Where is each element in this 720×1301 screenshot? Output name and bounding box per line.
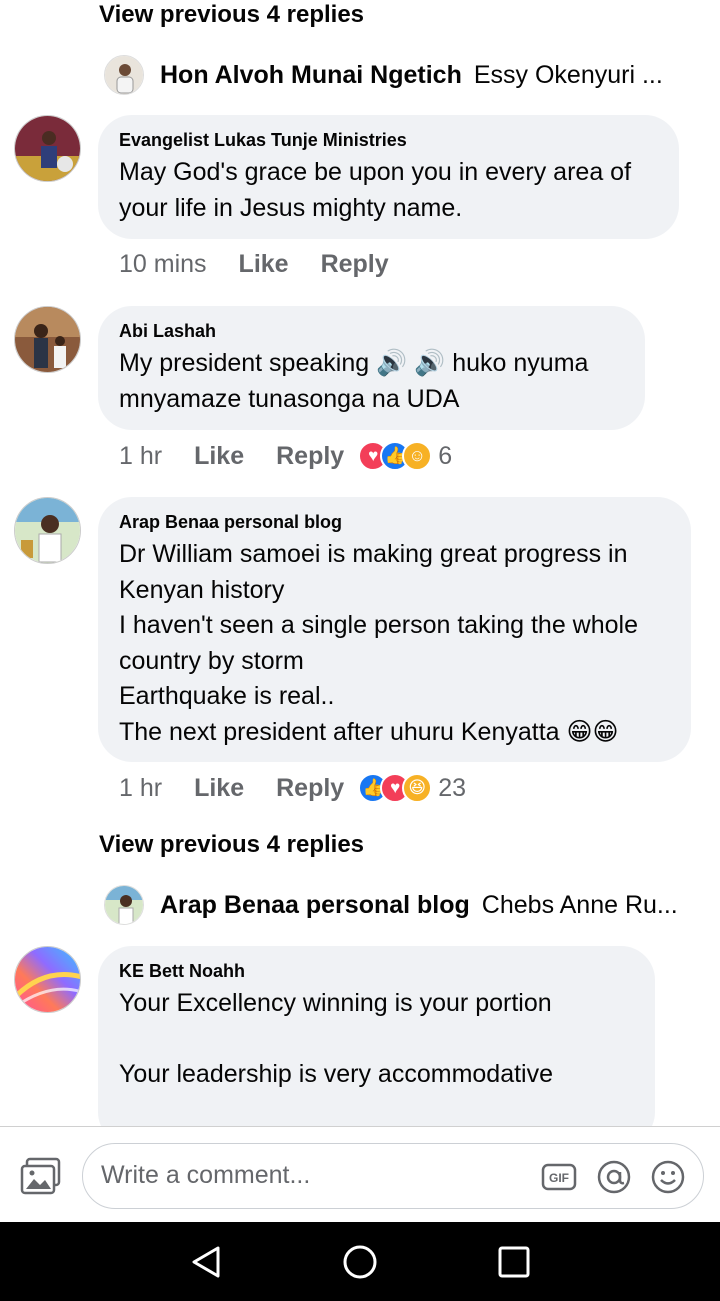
mention-icon[interactable] bbox=[596, 1159, 632, 1195]
comment-text: Your Excellency winning is your portion … bbox=[119, 989, 554, 1088]
comment-author[interactable]: Abi Lashah bbox=[119, 320, 625, 342]
reaction-count[interactable]: 23 bbox=[438, 774, 466, 803]
like-button[interactable]: Like bbox=[194, 774, 244, 803]
photo-icon[interactable] bbox=[20, 1157, 62, 1195]
haha-reaction-icon: 😆 bbox=[402, 773, 433, 803]
like-button[interactable]: Like bbox=[194, 442, 244, 471]
reply-button[interactable]: Reply bbox=[321, 250, 389, 279]
avatar[interactable] bbox=[104, 55, 144, 95]
comment-author[interactable]: KE Bett Noahh bbox=[119, 960, 635, 982]
comment-bubble: Arap Benaa personal blog Dr William samo… bbox=[98, 497, 691, 762]
comment-bubble: Abi Lashah My president speaking 🔊 🔊 huk… bbox=[98, 306, 645, 430]
avatar[interactable] bbox=[14, 115, 81, 182]
comment-text: Dr William samoei is making great progre… bbox=[119, 540, 639, 746]
comment-text: May God's grace be upon you in every are… bbox=[119, 158, 638, 222]
avatar[interactable] bbox=[104, 885, 144, 925]
comment-composer: Write a comment... GIF bbox=[0, 1126, 720, 1222]
reaction-summary[interactable]: 👍 ♥ 😆 bbox=[358, 773, 433, 803]
comment-meta: 10 mins Like Reply bbox=[119, 250, 389, 279]
comment-bubble: Evangelist Lukas Tunje Ministries May Go… bbox=[98, 115, 679, 239]
reply-author[interactable]: Arap Benaa personal blog bbox=[160, 891, 470, 920]
emoji-icon[interactable] bbox=[650, 1159, 686, 1195]
avatar[interactable] bbox=[14, 306, 81, 373]
nav-back-icon[interactable] bbox=[188, 1244, 224, 1280]
reply-author[interactable]: Hon Alvoh Munai Ngetich bbox=[160, 61, 462, 90]
comment-text: My president speaking 🔊 🔊 huko nyuma mny… bbox=[119, 349, 596, 413]
comment-author[interactable]: Evangelist Lukas Tunje Ministries bbox=[119, 129, 659, 151]
comment-author[interactable]: Arap Benaa personal blog bbox=[119, 511, 671, 533]
comment-time[interactable]: 10 mins bbox=[119, 250, 207, 279]
gif-label: GIF bbox=[549, 1171, 569, 1185]
reply-button[interactable]: Reply bbox=[276, 774, 344, 803]
comment-input[interactable]: Write a comment... GIF bbox=[82, 1143, 704, 1209]
reply-preview-mid[interactable]: Arap Benaa personal blog Chebs Anne Ru..… bbox=[104, 885, 694, 925]
reply-snippet: Essy Okenyuri ... bbox=[473, 60, 663, 89]
comment-meta: 1 hr Like Reply ♥ 👍 ☺ 6 bbox=[119, 441, 452, 471]
comment-bubble: KE Bett Noahh Your Excellency winning is… bbox=[98, 946, 655, 1146]
reaction-summary[interactable]: ♥ 👍 ☺ bbox=[358, 441, 433, 471]
like-button[interactable]: Like bbox=[239, 250, 289, 279]
reply-preview-top[interactable]: Hon Alvoh Munai Ngetich Essy Okenyuri ..… bbox=[104, 55, 694, 95]
nav-home-icon[interactable] bbox=[342, 1244, 378, 1280]
comment-input-placeholder: Write a comment... bbox=[101, 1161, 311, 1189]
care-reaction-icon: ☺ bbox=[402, 441, 433, 471]
comment-time[interactable]: 1 hr bbox=[119, 774, 162, 803]
avatar[interactable] bbox=[14, 497, 81, 564]
view-previous-replies-top[interactable]: View previous 4 replies bbox=[99, 1, 364, 29]
system-navigation-bar bbox=[0, 1222, 720, 1301]
comment-meta: 1 hr Like Reply 👍 ♥ 😆 23 bbox=[119, 773, 466, 803]
reaction-count[interactable]: 6 bbox=[438, 442, 452, 471]
reply-button[interactable]: Reply bbox=[276, 442, 344, 471]
gif-icon[interactable]: GIF bbox=[541, 1159, 577, 1195]
reply-snippet: Chebs Anne Ru... bbox=[481, 890, 678, 919]
view-previous-replies-mid[interactable]: View previous 4 replies bbox=[99, 831, 364, 859]
avatar[interactable] bbox=[14, 946, 81, 1013]
comment-time[interactable]: 1 hr bbox=[119, 442, 162, 471]
nav-recents-icon[interactable] bbox=[496, 1244, 532, 1280]
